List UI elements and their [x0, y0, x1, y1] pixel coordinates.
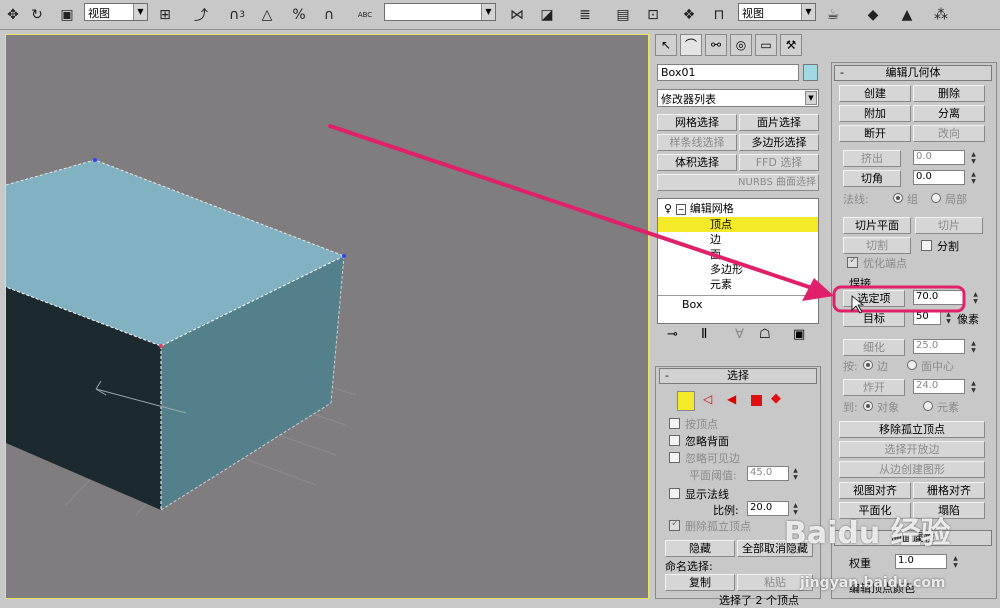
baidu-watermark-logo: Baidu 经验 [784, 516, 951, 551]
annotation-arrowhead [802, 278, 834, 301]
watermark-url: jingyan.baidu.com [800, 575, 946, 591]
annotation-arrow-line [328, 124, 814, 290]
